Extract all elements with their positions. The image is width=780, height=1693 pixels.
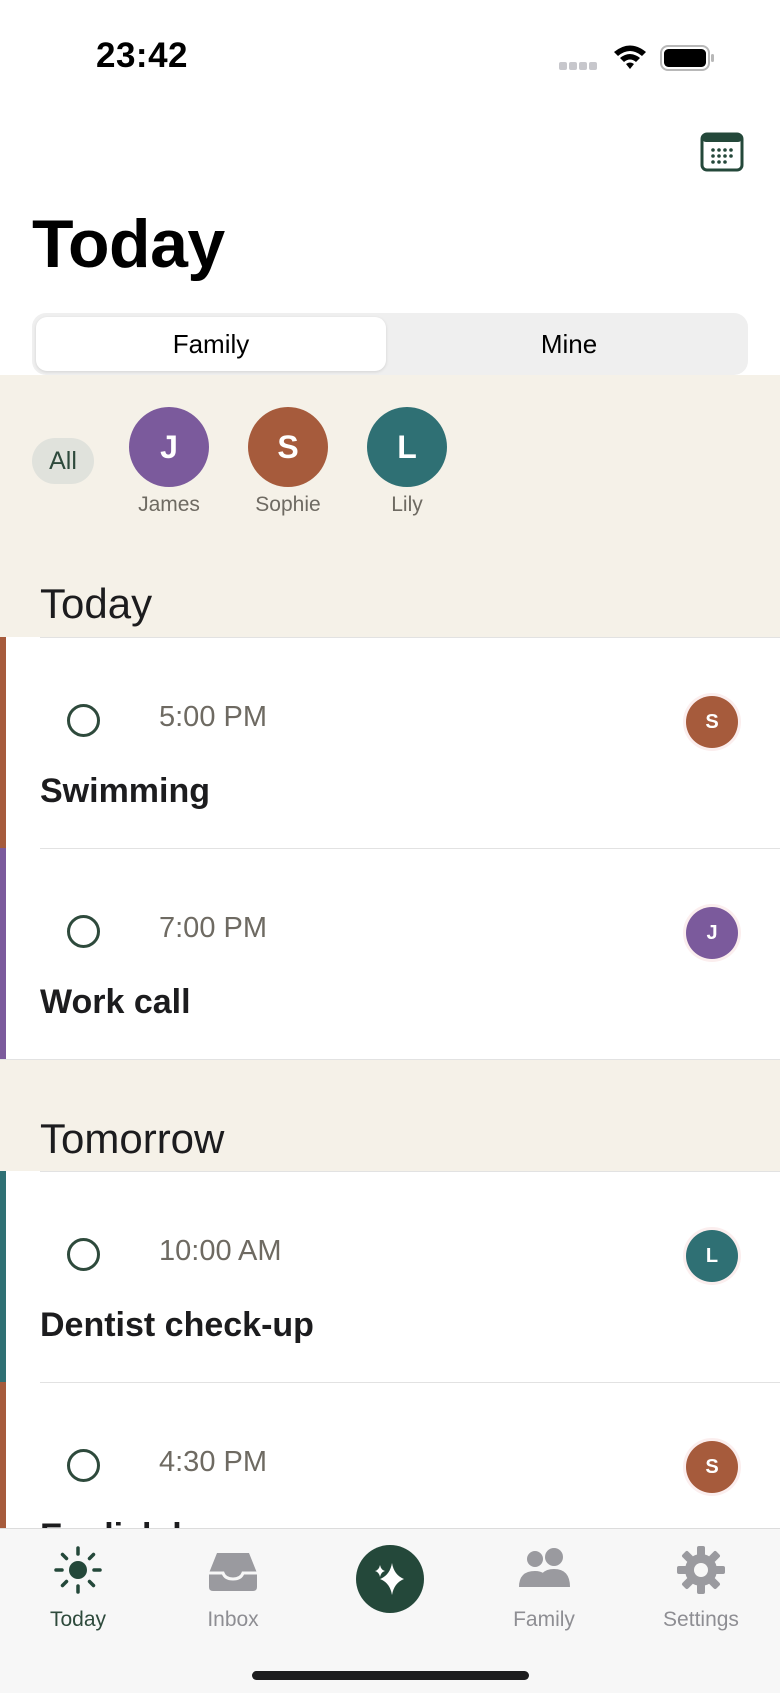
- filter-member-james[interactable]: J James: [114, 407, 224, 517]
- tab-settings[interactable]: Settings: [631, 1545, 771, 1632]
- event-row[interactable]: 10:00 AM Dentist check-up L: [0, 1171, 780, 1382]
- avatar: S: [248, 407, 328, 487]
- tab-today[interactable]: Today: [8, 1545, 148, 1632]
- filter-member-lily[interactable]: L Lily: [352, 407, 462, 517]
- event-title: Work call: [40, 983, 191, 1021]
- status-time: 23:42: [96, 36, 189, 75]
- divider: [40, 1171, 780, 1172]
- event-title: Dentist check-up: [40, 1306, 314, 1344]
- battery-icon: [660, 45, 714, 71]
- section-title: Today: [40, 580, 153, 627]
- member-color-stripe: [0, 1171, 6, 1382]
- signal-icon: [559, 62, 599, 72]
- event-title: Swimming: [40, 772, 211, 810]
- home-indicator: [252, 1671, 529, 1680]
- member-color-stripe: [0, 637, 6, 848]
- member-name: Sophie: [255, 493, 321, 516]
- ai-assistant-button[interactable]: [356, 1545, 424, 1613]
- event-time: 7:00 PM: [159, 912, 267, 944]
- complete-checkbox[interactable]: [67, 1238, 100, 1271]
- complete-checkbox[interactable]: [67, 704, 100, 737]
- section-header-today: Today: [0, 560, 780, 637]
- segment-mine[interactable]: Mine: [394, 317, 744, 371]
- sparkle-icon: [375, 1563, 404, 1595]
- section-header-tomorrow: Tomorrow: [0, 1059, 780, 1171]
- member-name: James: [138, 493, 200, 516]
- tab-label: Settings: [663, 1608, 739, 1631]
- divider: [40, 637, 780, 638]
- sun-icon: [54, 1546, 102, 1594]
- event-row[interactable]: 5:00 PM Swimming S: [0, 637, 780, 848]
- tab-label: Inbox: [207, 1608, 259, 1631]
- people-icon: [519, 1548, 570, 1587]
- filter-all-chip[interactable]: All: [32, 438, 94, 484]
- member-color-stripe: [0, 848, 6, 1059]
- event-time: 4:30 PM: [159, 1446, 267, 1478]
- assignee-avatar: J: [686, 907, 738, 959]
- inbox-tray-icon: [209, 1553, 257, 1591]
- page-title: Today: [32, 206, 225, 282]
- tab-bar: Today Inbox Family Settings: [0, 1528, 780, 1693]
- status-bar: 23:42: [0, 0, 780, 100]
- divider: [40, 848, 780, 849]
- tab-label: Today: [49, 1608, 107, 1631]
- event-row[interactable]: 7:00 PM Work call J: [0, 848, 780, 1059]
- complete-checkbox[interactable]: [67, 1449, 100, 1482]
- complete-checkbox[interactable]: [67, 915, 100, 948]
- avatar: J: [129, 407, 209, 487]
- section-title: Tomorrow: [40, 1115, 225, 1162]
- tab-inbox[interactable]: Inbox: [163, 1545, 303, 1632]
- divider: [40, 1382, 780, 1383]
- filter-member-sophie[interactable]: S Sophie: [233, 407, 343, 517]
- view-segmented-control: Family Mine: [32, 313, 748, 375]
- avatar: L: [367, 407, 447, 487]
- tab-family[interactable]: Family: [474, 1545, 614, 1632]
- assignee-avatar: L: [686, 1230, 738, 1282]
- assignee-avatar: S: [686, 696, 738, 748]
- gear-icon: [677, 1546, 725, 1594]
- event-time: 5:00 PM: [159, 701, 267, 733]
- member-name: Lily: [391, 493, 423, 516]
- segment-family[interactable]: Family: [36, 317, 386, 371]
- assignee-avatar: S: [686, 1441, 738, 1493]
- event-time: 10:00 AM: [159, 1235, 282, 1267]
- tab-label: Family: [513, 1608, 575, 1631]
- wifi-icon: [614, 45, 646, 69]
- calendar-icon[interactable]: [700, 130, 744, 172]
